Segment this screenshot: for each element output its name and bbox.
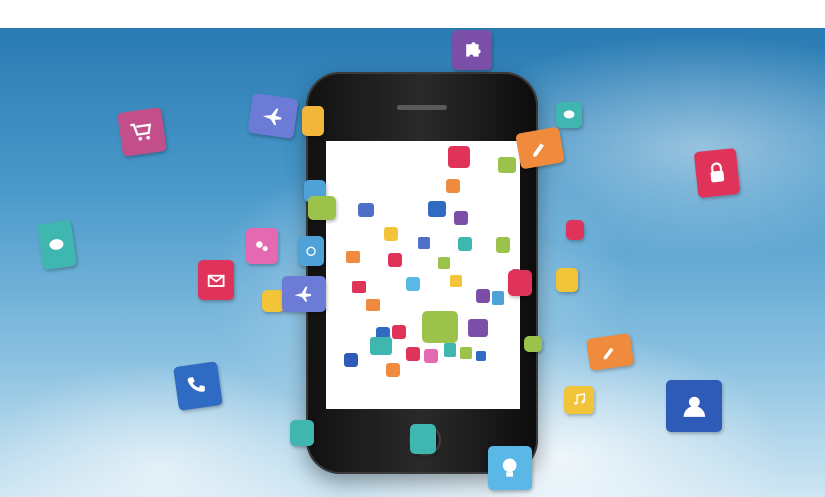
user-icon xyxy=(344,353,358,367)
bulb-icon xyxy=(488,446,532,490)
music-icon xyxy=(262,290,284,312)
cart-icon xyxy=(117,107,167,157)
chat-icon xyxy=(410,424,436,454)
screen-app-cluster xyxy=(344,146,520,377)
plane-icon xyxy=(282,276,326,312)
gears-icon xyxy=(424,349,438,363)
plane-icon xyxy=(358,203,374,217)
phone-speaker xyxy=(397,105,447,110)
music-icon xyxy=(496,237,510,253)
music-icon xyxy=(450,275,462,287)
puzzle-icon xyxy=(454,211,468,225)
lock-icon xyxy=(448,146,470,168)
chat-icon xyxy=(370,337,392,355)
chat-icon xyxy=(386,363,400,377)
mail-icon xyxy=(198,260,234,300)
wifi-icon xyxy=(302,106,324,136)
music-icon xyxy=(564,386,594,414)
chat-icon xyxy=(458,237,472,251)
bulb-icon xyxy=(438,257,450,269)
at-icon xyxy=(406,277,420,291)
lock-icon xyxy=(693,147,741,199)
chat-icon xyxy=(446,179,460,193)
pencil-icon xyxy=(515,126,565,170)
gears-icon xyxy=(246,228,278,264)
search-icon xyxy=(498,157,516,173)
app-promo-scene xyxy=(0,0,825,497)
bulb-icon xyxy=(476,351,486,361)
chat-icon xyxy=(556,102,582,128)
plane-icon xyxy=(247,92,299,140)
mail-icon xyxy=(406,347,420,361)
pencil-icon xyxy=(384,227,398,241)
puzzle-icon xyxy=(468,319,488,337)
at-icon xyxy=(298,236,324,266)
phone-screen xyxy=(326,141,520,409)
search-icon xyxy=(524,336,542,352)
user-icon xyxy=(666,380,722,432)
chat-icon xyxy=(366,299,380,311)
puzzle-icon xyxy=(476,289,490,303)
search-icon xyxy=(308,196,336,220)
mail-icon xyxy=(346,251,360,263)
pencil-icon xyxy=(585,333,635,371)
gears-icon xyxy=(418,237,430,249)
search-icon xyxy=(422,311,458,343)
bulb-icon xyxy=(444,343,456,357)
puzzle-icon xyxy=(452,30,492,70)
pencil-icon xyxy=(352,281,366,293)
phone-call-icon xyxy=(428,201,446,217)
chat-icon xyxy=(392,325,406,339)
phone-call-icon xyxy=(173,361,223,411)
user-icon xyxy=(388,253,402,267)
music-icon xyxy=(556,268,578,292)
chat-icon xyxy=(290,420,314,446)
music-icon xyxy=(460,347,472,359)
mail-icon xyxy=(508,270,532,296)
smartphone xyxy=(306,72,538,474)
gears-icon xyxy=(492,291,504,305)
top-margin xyxy=(0,0,825,28)
chat-icon xyxy=(36,219,78,271)
mail-icon xyxy=(566,220,584,240)
